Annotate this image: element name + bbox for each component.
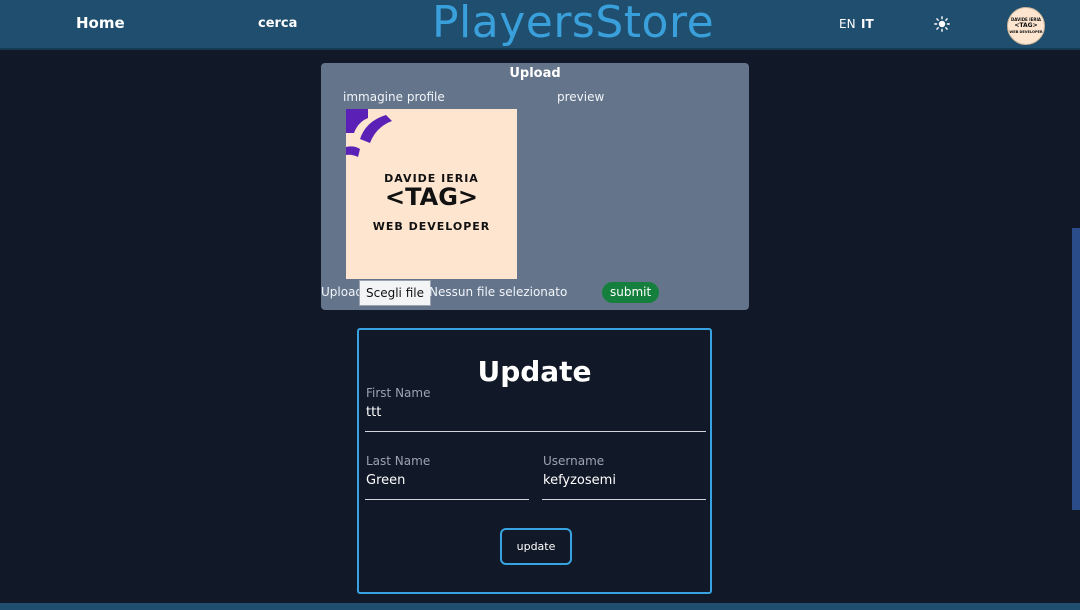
- first-name-label: First Name: [366, 386, 431, 400]
- language-it[interactable]: IT: [861, 17, 874, 31]
- username-underline: [542, 499, 706, 500]
- image-tag-text: <TAG>: [385, 183, 478, 211]
- profile-image: DAVIDE IERIA <TAG> WEB DEVELOPER: [346, 109, 517, 279]
- avatar-role-text: WEB DEVELOPER: [1009, 30, 1043, 34]
- upload-title: Upload: [509, 66, 561, 81]
- sun-icon[interactable]: [934, 16, 950, 32]
- last-name-label: Last Name: [366, 454, 431, 468]
- nav-home-link[interactable]: Home: [76, 14, 125, 32]
- footer-bar: [0, 603, 1080, 610]
- upload-field-label: Upload: [321, 285, 364, 299]
- avatar[interactable]: DAVIDE IERIA <TAG> WEB DEVELOPER: [1007, 7, 1045, 45]
- scrollbar[interactable]: [1072, 228, 1080, 510]
- submit-button[interactable]: submit: [602, 282, 660, 303]
- preview-label: preview: [557, 90, 605, 104]
- choose-file-button[interactable]: Scegli file: [359, 280, 431, 306]
- username-field[interactable]: kefyzosemi: [543, 473, 616, 488]
- brand-logo[interactable]: PlayersStore: [432, 0, 714, 48]
- update-title: Update: [477, 355, 592, 388]
- update-button[interactable]: update: [500, 528, 572, 565]
- language-en[interactable]: EN: [839, 17, 856, 31]
- image-role-text: WEB DEVELOPER: [372, 220, 491, 233]
- last-name-underline: [365, 499, 529, 500]
- username-label: Username: [543, 454, 605, 468]
- profile-image-label: immagine profile: [343, 90, 445, 104]
- avatar-tag-text: <TAG>: [1014, 22, 1038, 29]
- nav-search-link[interactable]: cerca: [258, 16, 297, 31]
- last-name-field[interactable]: Green: [366, 473, 405, 488]
- upload-card: Upload immagine profile preview DAVIDE I…: [321, 63, 749, 310]
- first-name-underline: [365, 431, 706, 432]
- file-status-text: Nessun file selezionato: [429, 285, 568, 299]
- first-name-field[interactable]: ttt: [366, 405, 381, 420]
- update-form: Update First Name ttt Last Name Green Us…: [357, 328, 712, 594]
- top-navbar: Home cerca PlayersStore EN IT DAVIDE IER…: [0, 0, 1080, 50]
